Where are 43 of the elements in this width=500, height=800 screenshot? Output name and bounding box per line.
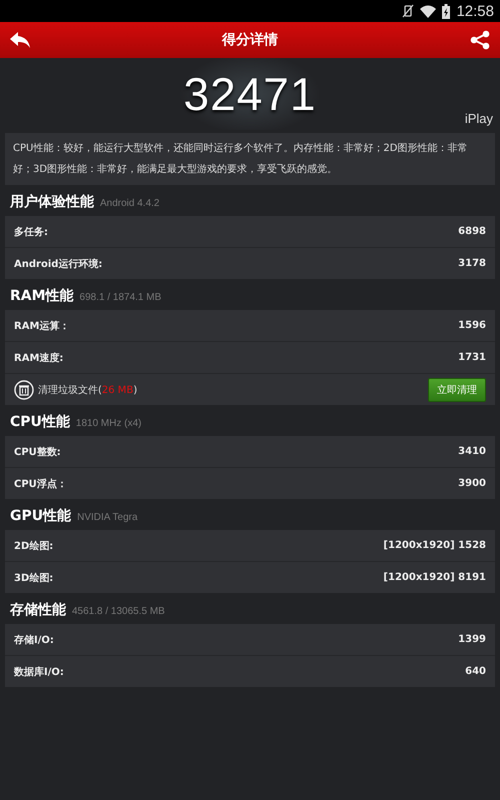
score-value: 640 xyxy=(465,666,486,677)
score-value: 3900 xyxy=(458,478,486,489)
device-name: iPlay xyxy=(464,111,493,126)
section-title: CPU性能 xyxy=(10,413,70,431)
score-label: RAM运算： xyxy=(14,320,70,332)
score-value: [1200x1920] 8191 xyxy=(383,572,486,583)
section-subtitle: 1810 MHz (x4) xyxy=(76,418,142,429)
score-value: 1731 xyxy=(458,352,486,363)
score-label: 3D绘图: xyxy=(14,572,54,584)
total-score: 32471 xyxy=(184,67,316,121)
wifi-icon xyxy=(420,4,436,18)
section-title: RAM性能 xyxy=(10,287,74,305)
battery-icon xyxy=(442,4,450,18)
section-title: 用户体验性能 xyxy=(10,193,94,211)
section-subtitle: NVIDIA Tegra xyxy=(77,512,138,523)
score-label: 存储I/O: xyxy=(14,634,54,646)
score-value: 3410 xyxy=(458,446,486,457)
share-icon[interactable] xyxy=(470,30,490,50)
score-label: CPU浮点： xyxy=(14,478,67,490)
junk-files-text: 清理垃圾文件(26 MB) xyxy=(38,384,138,396)
score-value: 1596 xyxy=(458,320,486,331)
score-value: [1200x1920] 1528 xyxy=(383,540,486,551)
score-value: 6898 xyxy=(458,226,486,237)
trash-icon xyxy=(14,380,34,400)
section-subtitle: 4561.8 / 13065.5 MB xyxy=(72,606,165,617)
clock: 12:58 xyxy=(456,2,494,20)
summary-text: CPU性能：较好，能运行大型软件，还能同时运行多个软件了。内存性能：非常好；2D图形性能：非常好；3D图形性能：非常好，能满足最大型游戏的要求，享受飞跃的感觉。 xyxy=(5,133,495,185)
section-subtitle: 698.1 / 1874.1 MB xyxy=(80,292,162,303)
back-icon[interactable] xyxy=(10,32,30,48)
clean-now-button[interactable]: 立即清理 xyxy=(428,378,486,402)
score-label: 数据库I/O: xyxy=(14,665,64,678)
score-label: CPU整数: xyxy=(14,446,61,458)
score-value: 1399 xyxy=(458,634,486,645)
score-label: RAM速度: xyxy=(14,351,64,364)
score-value: 3178 xyxy=(458,258,486,269)
vibrate-off-icon xyxy=(402,4,414,18)
section-subtitle: Android 4.4.2 xyxy=(100,198,160,209)
section-title: 存储性能 xyxy=(10,601,66,619)
score-label: Android运行环境: xyxy=(14,257,102,270)
score-label: 多任务: xyxy=(14,226,48,238)
score-label: 2D绘图: xyxy=(14,540,54,552)
page-title: 得分详情 xyxy=(222,31,278,49)
section-title: GPU性能 xyxy=(10,507,72,525)
